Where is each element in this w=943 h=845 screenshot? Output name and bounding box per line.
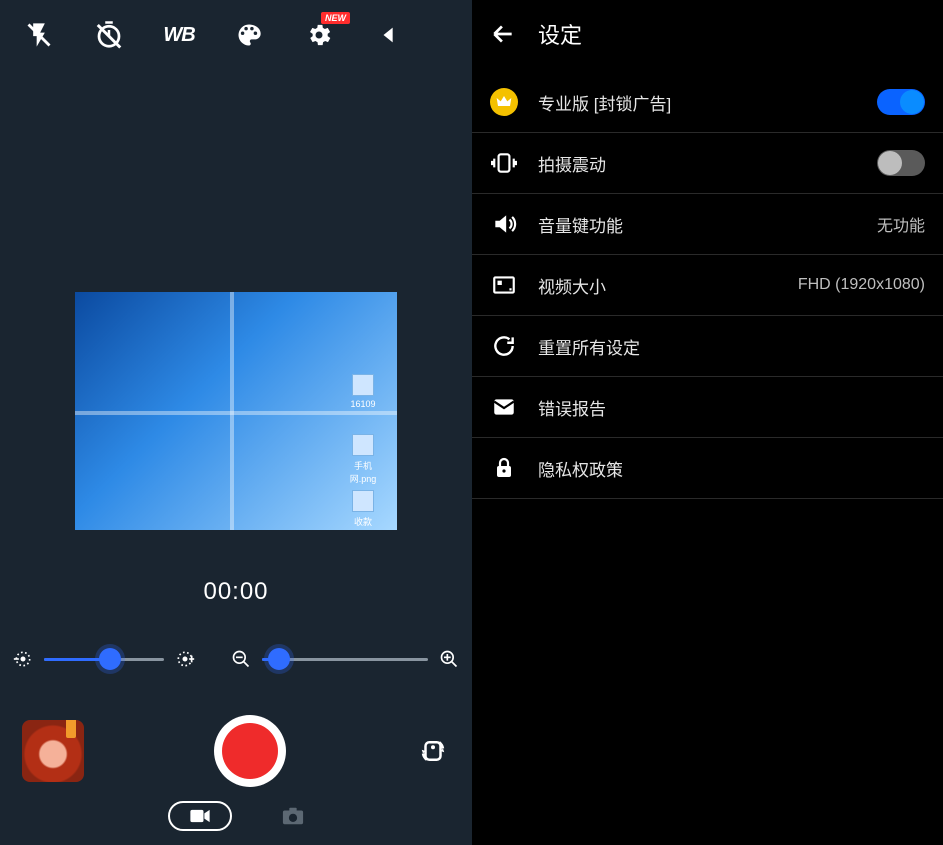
video-mode-button[interactable] — [168, 801, 232, 831]
zoom-out-icon[interactable] — [230, 648, 252, 670]
bottom-bar — [0, 715, 472, 831]
record-button[interactable] — [214, 715, 286, 787]
row-privacy-policy[interactable]: 隐私权政策 — [472, 438, 943, 499]
row-label: 音量键功能 — [538, 212, 857, 237]
row-video-size[interactable]: 视频大小 FHD (1920x1080) — [472, 255, 943, 316]
white-balance-button[interactable]: WB — [162, 18, 196, 52]
collapse-left-icon[interactable] — [372, 18, 406, 52]
row-value: FHD (1920x1080) — [798, 276, 925, 294]
row-bug-report[interactable]: 错误报告 — [472, 377, 943, 438]
row-pro-version[interactable]: 专业版 [封锁广告] — [472, 72, 943, 133]
settings-title: 设定 — [538, 18, 582, 50]
row-label: 错误报告 — [538, 395, 925, 420]
row-label: 视频大小 — [538, 273, 778, 298]
toggle-pro[interactable] — [877, 89, 925, 115]
palette-icon[interactable] — [232, 18, 266, 52]
settings-list: 专业版 [封锁广告] 拍摄震动 音量键功能 无功能 视频大小 FHD (1920… — [472, 72, 943, 499]
sliders-row — [0, 648, 472, 670]
zoom-slider[interactable] — [262, 649, 428, 669]
photo-mode-button[interactable] — [282, 805, 304, 827]
viewfinder[interactable]: 16109 手机网.png 收款肌.PNG — [0, 292, 472, 530]
brightness-up-icon[interactable] — [174, 648, 196, 670]
reset-icon — [490, 332, 518, 360]
brightness-slider[interactable] — [44, 649, 164, 669]
brightness-down-icon[interactable] — [12, 648, 34, 670]
recording-timer: 00:00 — [0, 578, 472, 606]
lock-icon — [490, 454, 518, 482]
zoom-in-icon[interactable] — [438, 648, 460, 670]
desktop-file-icon: 收款肌.PNG — [343, 490, 383, 530]
camera-panel: WB NEW 16109 手机网.png 收款肌.PNG 00:00 — [0, 0, 472, 845]
settings-icon[interactable]: NEW — [302, 18, 336, 52]
row-vibrate[interactable]: 拍摄震动 — [472, 133, 943, 194]
desktop-file-icon: 16109 — [343, 374, 383, 409]
row-reset-settings[interactable]: 重置所有设定 — [472, 316, 943, 377]
row-value: 无功能 — [877, 212, 925, 236]
timer-off-icon[interactable] — [92, 18, 126, 52]
desktop-file-icon: 手机网.png — [343, 434, 383, 485]
preview-image: 16109 手机网.png 收款肌.PNG — [75, 292, 397, 530]
settings-panel: 设定 专业版 [封锁广告] 拍摄震动 音量键功能 无功能 — [472, 0, 943, 845]
flash-off-icon[interactable] — [22, 18, 56, 52]
top-toolbar: WB NEW — [0, 0, 472, 62]
settings-header: 设定 — [472, 0, 943, 72]
crown-icon — [490, 88, 518, 116]
vibrate-icon — [490, 149, 518, 177]
mail-icon — [490, 393, 518, 421]
row-label: 拍摄震动 — [538, 151, 857, 176]
toggle-vibrate[interactable] — [877, 150, 925, 176]
new-badge: NEW — [321, 12, 350, 24]
gallery-thumbnail[interactable] — [22, 720, 84, 782]
resolution-icon — [490, 271, 518, 299]
volume-icon — [490, 210, 518, 238]
row-label: 隐私权政策 — [538, 456, 925, 481]
row-label: 专业版 [封锁广告] — [538, 90, 857, 115]
row-label: 重置所有设定 — [538, 334, 925, 359]
switch-camera-icon[interactable] — [416, 734, 450, 768]
back-icon[interactable] — [490, 21, 516, 47]
row-volume-key[interactable]: 音量键功能 无功能 — [472, 194, 943, 255]
